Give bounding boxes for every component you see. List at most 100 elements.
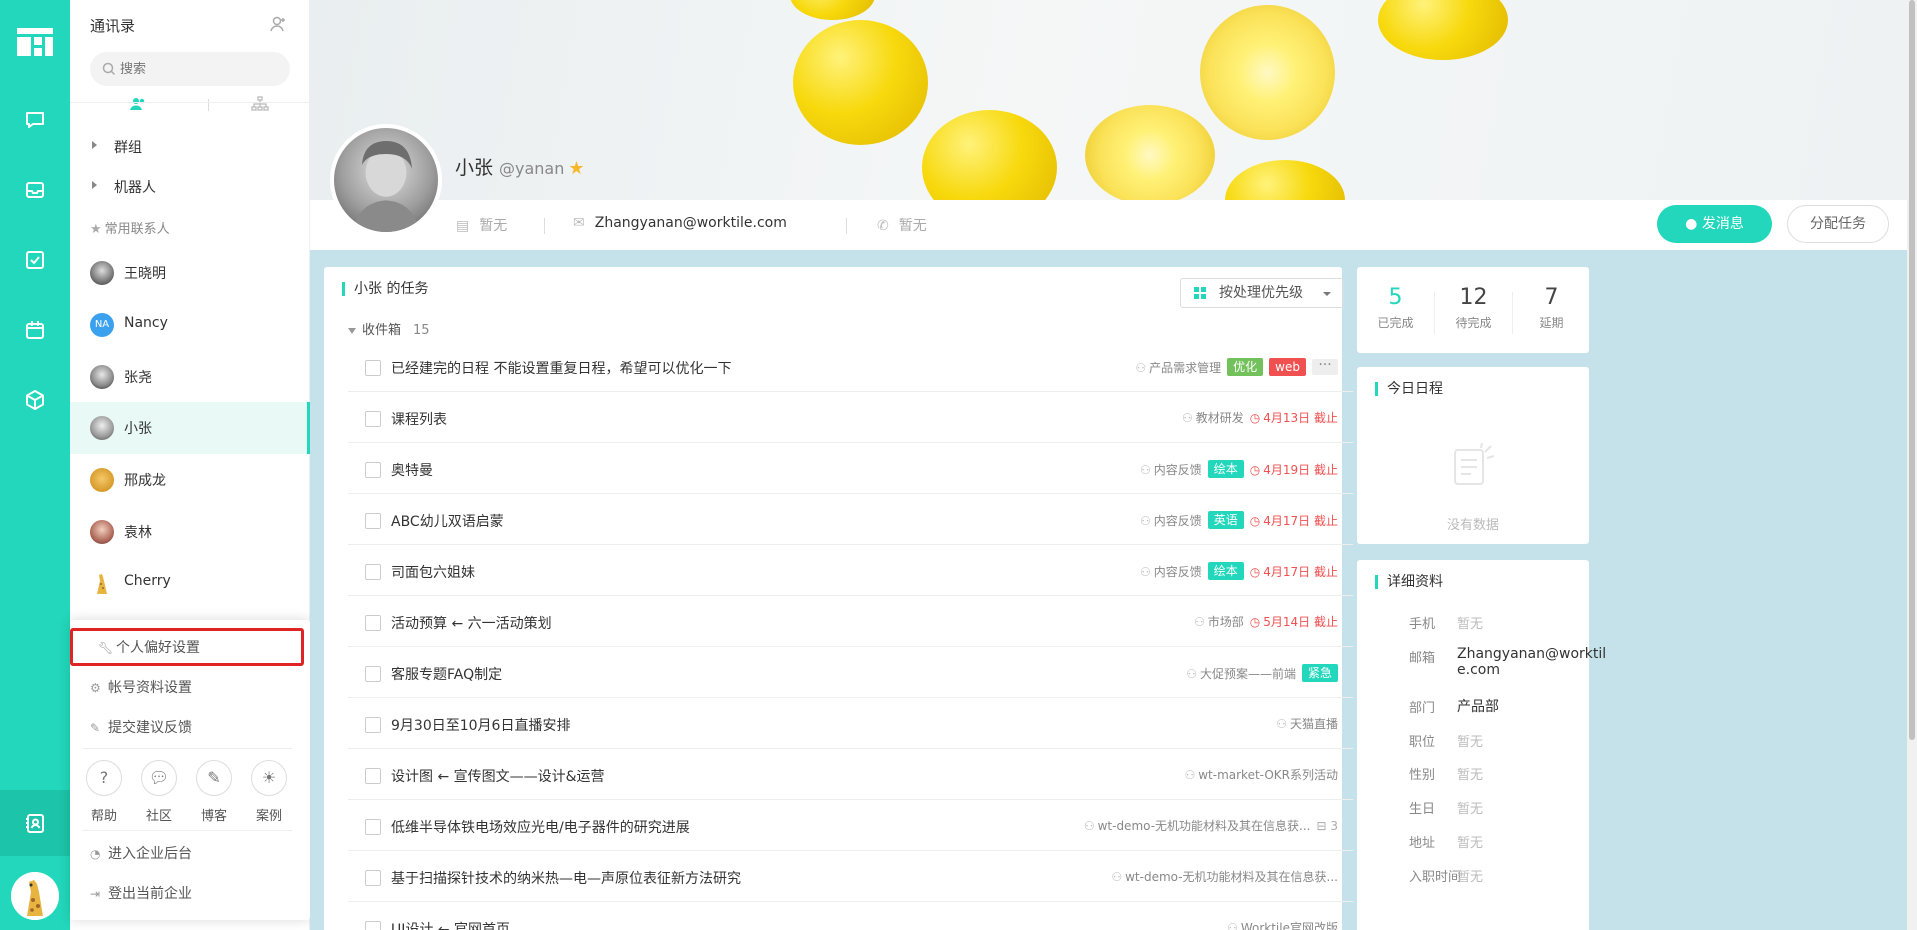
task-row[interactable]: 活动预算 ← 六一活动策划 市场部 5月14日 截止 — [348, 596, 1353, 647]
calendar-nav-icon[interactable] — [23, 318, 47, 342]
task-due-date: 4月19日 截止 — [1250, 461, 1338, 478]
search-input[interactable] — [120, 52, 280, 86]
task-project[interactable]: 教材研发 — [1182, 409, 1244, 426]
task-row[interactable]: 低维半导体铁电场效应光电/电子器件的研究进展 wt-demo-无机功能材料及其在信… — [348, 800, 1353, 851]
case-bulb-icon[interactable]: ☀︎ — [251, 760, 287, 796]
task-project[interactable]: Worktile官网改版 — [1227, 919, 1338, 930]
org-chart-tab-icon[interactable] — [250, 96, 270, 112]
group-row-groups[interactable]: 群组 — [70, 126, 310, 166]
stat-pending[interactable]: 12 待完成 — [1435, 285, 1512, 331]
task-meta: 内容反馈绘本 4月17日 截止 — [1140, 562, 1338, 580]
community-label[interactable]: 社区 — [134, 805, 184, 824]
task-checkbox[interactable] — [365, 768, 381, 784]
task-meta: wt-market-OKR系列活动 — [1184, 766, 1338, 783]
task-checkbox[interactable] — [365, 462, 381, 478]
task-title[interactable]: 奥特曼 — [391, 460, 433, 480]
task-project[interactable]: 内容反馈 — [1140, 461, 1202, 478]
contact-item[interactable]: 邢成龙 — [70, 454, 310, 506]
task-row[interactable]: 设计图 ← 宣传图文——设计&运营 wt-market-OKR系列活动 — [348, 749, 1353, 800]
task-project[interactable]: 内容反馈 — [1140, 512, 1202, 529]
task-project[interactable]: 内容反馈 — [1140, 563, 1202, 580]
case-label[interactable]: 案例 — [244, 805, 294, 824]
help-label[interactable]: 帮助 — [79, 805, 129, 824]
task-checkbox[interactable] — [365, 411, 381, 427]
task-title[interactable]: 基于扫描探针技术的纳米热—电—声原位表征新方法研究 — [391, 868, 741, 888]
community-icon[interactable]: 💬︎ — [141, 760, 177, 796]
task-checkbox[interactable] — [365, 717, 381, 733]
task-checkbox[interactable] — [365, 921, 381, 930]
task-checkbox[interactable] — [365, 564, 381, 580]
star-icon[interactable]: ★ — [568, 158, 584, 179]
task-project[interactable]: wt-market-OKR系列活动 — [1184, 766, 1338, 783]
task-row[interactable]: 已经建完的日程 不能设置重复日程，希望可以优化一下 产品需求管理优化 web ··· — [348, 341, 1353, 392]
logout-item[interactable]: ⇥ 登出当前企业 — [90, 883, 192, 903]
app-logo-icon[interactable] — [17, 28, 53, 56]
add-user-icon[interactable] — [269, 15, 287, 33]
task-title[interactable]: ABC幼儿双语启蒙 — [391, 511, 504, 531]
personal-preferences-item[interactable]: 🔧︎ 个人偏好设置 — [98, 637, 200, 657]
task-row[interactable]: 9月30日至10月6日直播安排 天猫直播 — [348, 698, 1353, 749]
task-title[interactable]: 司面包六姐妹 — [391, 562, 475, 582]
inbox-nav-icon[interactable] — [23, 178, 47, 202]
blog-icon[interactable]: ✎ — [196, 760, 232, 796]
contact-item-active[interactable]: 小张 — [70, 402, 310, 454]
task-checkbox[interactable] — [365, 819, 381, 835]
task-title[interactable]: 9月30日至10月6日直播安排 — [391, 715, 570, 735]
enter-admin-item[interactable]: ◔ 进入企业后台 — [90, 843, 192, 863]
task-row[interactable]: 课程列表 教材研发 4月13日 截止 — [348, 392, 1353, 443]
task-title[interactable]: 活动预算 ← 六一活动策划 — [391, 613, 552, 633]
task-project[interactable]: 市场部 — [1194, 613, 1244, 630]
contacts-view-toggle — [90, 96, 290, 118]
contacts-search[interactable] — [90, 52, 290, 86]
task-title[interactable]: 已经建完的日程 不能设置重复日程，希望可以优化一下 — [391, 358, 731, 378]
page-scrollbar[interactable] — [1907, 0, 1917, 930]
contact-item[interactable]: NA Nancy — [70, 299, 310, 351]
account-settings-item[interactable]: ⚙︎ 帐号资料设置 — [90, 677, 192, 697]
task-checkbox[interactable] — [365, 360, 381, 376]
task-row[interactable]: 奥特曼 内容反馈绘本 4月19日 截止 — [348, 443, 1353, 494]
task-row[interactable]: UI设计 ← 官网首页 Worktile官网改版 — [348, 902, 1353, 930]
chevron-down-icon — [1323, 292, 1331, 296]
contact-item[interactable]: 张尧 — [70, 351, 310, 403]
contacts-nav-icon[interactable] — [23, 811, 47, 835]
task-checkbox[interactable] — [365, 513, 381, 529]
apps-cube-nav-icon[interactable] — [23, 388, 47, 412]
help-icon[interactable]: ? — [86, 760, 122, 796]
message-nav-icon[interactable] — [23, 108, 47, 132]
task-row[interactable]: 司面包六姐妹 内容反馈绘本 4月17日 截止 — [348, 545, 1353, 596]
task-row[interactable]: ABC幼儿双语启蒙 内容反馈英语 4月17日 截止 — [348, 494, 1353, 545]
sort-dropdown[interactable]: 按处理优先级 — [1180, 278, 1344, 308]
task-project[interactable]: 产品需求管理 — [1135, 359, 1221, 376]
group-row-robots[interactable]: 机器人 — [70, 166, 310, 206]
current-user-avatar[interactable] — [11, 872, 59, 920]
people-tab-icon[interactable] — [128, 96, 148, 112]
contact-item[interactable]: 王晓明 — [70, 247, 310, 299]
task-project[interactable]: wt-demo-无机功能材料及其在信息获... — [1084, 817, 1311, 834]
task-project[interactable]: wt-demo-无机功能材料及其在信息获... — [1111, 868, 1338, 885]
stat-completed[interactable]: 5 已完成 — [1357, 285, 1434, 331]
task-row[interactable]: 基于扫描探针技术的纳米热—电—声原位表征新方法研究 wt-demo-无机功能材料及… — [348, 851, 1353, 902]
more-options-icon[interactable]: ··· — [1312, 358, 1338, 375]
feedback-item[interactable]: ✎ 提交建议反馈 — [90, 717, 192, 737]
contact-item[interactable]: Cherry — [70, 557, 310, 609]
contact-item[interactable]: 袁林 — [70, 506, 310, 558]
task-project[interactable]: 天猫直播 — [1276, 715, 1338, 732]
task-title[interactable]: 设计图 ← 宣传图文——设计&运营 — [391, 766, 605, 786]
task-checkbox[interactable] — [365, 666, 381, 682]
task-title[interactable]: UI设计 ← 官网首页 — [391, 919, 510, 930]
task-title[interactable]: 课程列表 — [391, 409, 447, 429]
scrollbar-thumb[interactable] — [1909, 0, 1915, 740]
stat-overdue[interactable]: 7 延期 — [1513, 285, 1590, 331]
task-checkbox[interactable] — [365, 615, 381, 631]
contact-name: 袁林 — [124, 525, 152, 541]
blog-label[interactable]: 博客 — [189, 805, 239, 824]
inbox-group-header[interactable]: 收件箱 15 — [348, 319, 430, 338]
task-checkbox[interactable] — [365, 870, 381, 886]
task-title[interactable]: 客服专题FAQ制定 — [391, 664, 502, 684]
send-message-button[interactable]: ● 发消息 — [1657, 205, 1772, 243]
assign-task-button[interactable]: 分配任务 — [1787, 205, 1889, 243]
task-title[interactable]: 低维半导体铁电场效应光电/电子器件的研究进展 — [391, 817, 690, 837]
task-nav-icon[interactable] — [23, 248, 47, 272]
task-row[interactable]: 客服专题FAQ制定 大促预案——前端紧急 — [348, 647, 1353, 698]
task-project[interactable]: 大促预案——前端 — [1186, 665, 1296, 682]
